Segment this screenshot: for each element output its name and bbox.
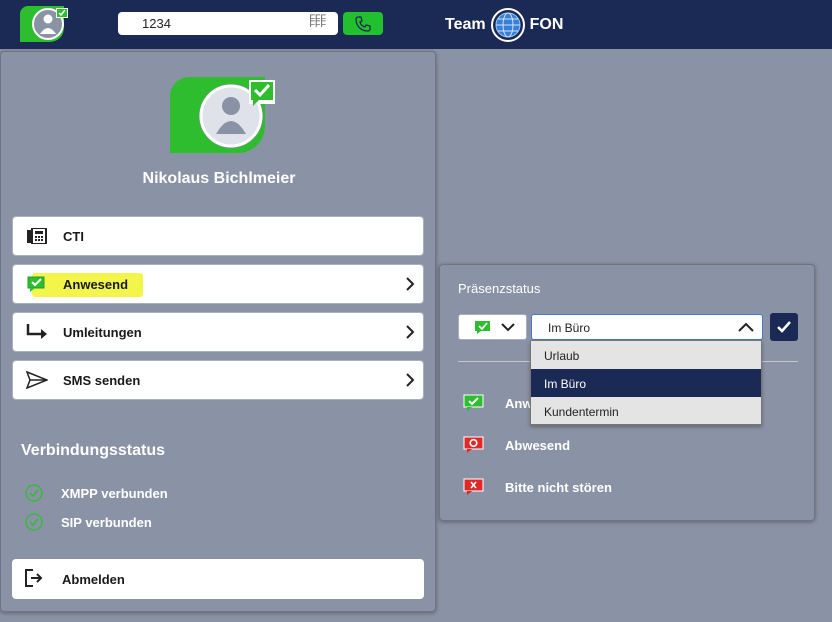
dial-number-input[interactable]: 1234 FFF FFF [118, 12, 338, 35]
forward-icon [25, 322, 49, 342]
send-icon [25, 370, 49, 390]
status-away-label: Abwesend [505, 437, 571, 453]
dropdown-option-im-buero[interactable]: Im Büro [531, 369, 761, 397]
menu-presence-button[interactable]: Anwesend [12, 264, 424, 304]
logo-text-team: Team [445, 16, 486, 33]
menu-cti-button[interactable]: CTI [12, 216, 424, 256]
menu-sms-button[interactable]: SMS senden [12, 360, 424, 400]
menu-sms-label: SMS senden [63, 372, 141, 388]
status-option-available[interactable]: Anw [462, 394, 532, 412]
dial-number-value: 1234 [142, 16, 171, 31]
user-menu-panel: Nikolaus Bichlmeier CTI Anwesend Umleitu… [0, 51, 436, 612]
presence-available-icon [475, 320, 490, 334]
xmpp-status: XMPP verbunden [25, 484, 168, 502]
user-avatar-small[interactable] [20, 6, 68, 42]
logout-label: Abmelden [62, 571, 125, 587]
xmpp-status-label: XMPP verbunden [61, 485, 168, 501]
status-option-away[interactable]: Abwesend [462, 436, 570, 454]
presence-text-dropdown: Urlaub Im Büro Kundentermin [530, 340, 762, 425]
presence-text-select[interactable]: Im Büro [531, 314, 763, 340]
dialpad-icon[interactable]: FFF FFF [310, 14, 327, 29]
presence-status-title: Präsenzstatus [458, 281, 541, 296]
confirm-button[interactable] [770, 313, 798, 341]
status-option-dnd[interactable]: Bitte nicht stören [462, 478, 612, 496]
presence-icon-select[interactable] [458, 314, 527, 340]
user-name: Nikolaus Bichlmeier [142, 170, 296, 187]
menu-presence-label: Anwesend [63, 276, 129, 292]
connection-status-title: Verbindungsstatus [21, 442, 166, 459]
check-circle-icon [25, 484, 43, 502]
top-bar: 1234 FFF FFF Team FON [0, 0, 832, 49]
chevron-right-icon [406, 277, 415, 291]
checkmark-icon [777, 321, 791, 333]
phone-desk-icon [25, 226, 49, 246]
presence-away-icon [462, 436, 486, 454]
logout-button[interactable]: Abmelden [12, 559, 424, 599]
sip-status: SIP verbunden [25, 513, 152, 531]
chevron-up-icon [738, 322, 754, 332]
chevron-down-icon [501, 323, 515, 332]
menu-forwarding-button[interactable]: Umleitungen [12, 312, 424, 352]
presence-available-icon [462, 394, 486, 412]
logo-text-fon: FON [529, 16, 564, 33]
sip-status-label: SIP verbunden [61, 514, 152, 530]
phone-icon [355, 15, 371, 32]
dropdown-option-urlaub[interactable]: Urlaub [531, 341, 761, 369]
status-available-label: Anw [505, 395, 533, 411]
presence-text-value: Im Büro [548, 321, 591, 335]
presence-dnd-icon [462, 478, 486, 496]
chevron-right-icon [406, 325, 415, 339]
check-circle-icon [25, 513, 43, 531]
presence-available-icon [25, 274, 49, 294]
globe-icon [490, 8, 525, 42]
menu-forwarding-label: Umleitungen [63, 324, 142, 340]
status-dnd-label: Bitte nicht stören [505, 479, 612, 495]
logout-icon [24, 568, 44, 590]
chevron-right-icon [406, 373, 415, 387]
call-button[interactable] [343, 12, 383, 35]
user-avatar-large [169, 76, 277, 154]
menu-cti-label: CTI [63, 228, 84, 244]
teamfon-logo: Team FON [445, 6, 563, 44]
dropdown-option-kundentermin[interactable]: Kundentermin [531, 397, 761, 425]
